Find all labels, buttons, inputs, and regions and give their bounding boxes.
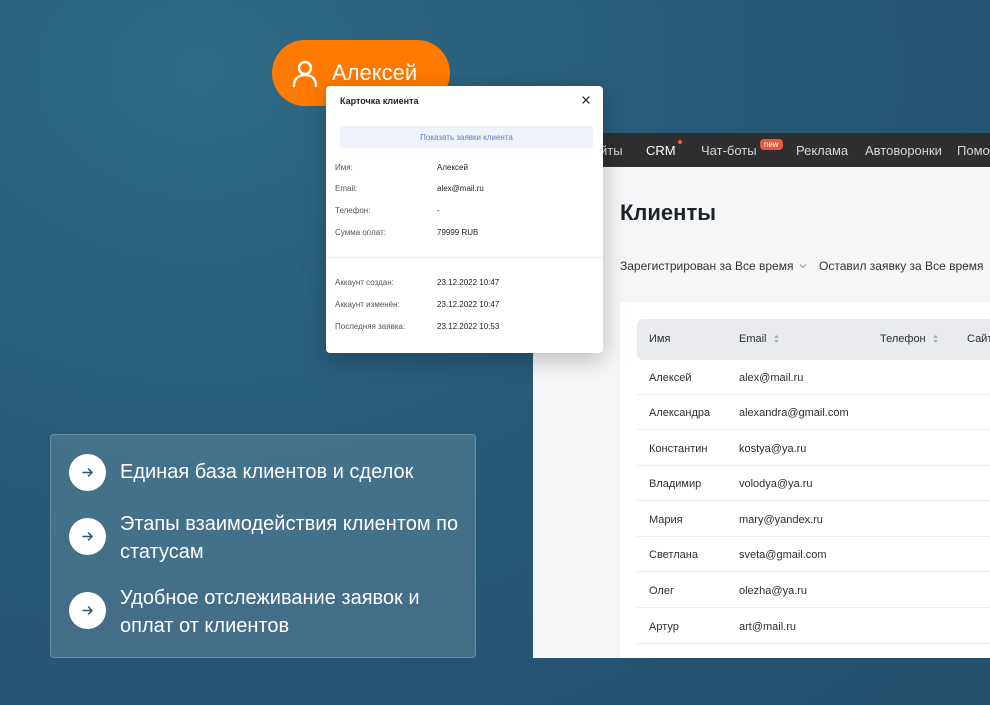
badge-name: Алексей — [332, 60, 418, 85]
cell-name: Мария — [649, 514, 683, 526]
cell-name: Олег — [649, 585, 674, 597]
cell-name: Алексей — [649, 372, 692, 384]
column-header-label: Сайт — [967, 333, 990, 345]
field-value: Алексей — [437, 163, 468, 172]
field-label: Имя: — [335, 163, 353, 172]
feature-text: Этапы взаимодействия клиентом по статуса… — [120, 513, 459, 563]
column-header-phone[interactable]: Телефон — [880, 333, 939, 345]
arrow-right-icon — [69, 518, 106, 555]
field-value: - — [437, 206, 440, 215]
table-row[interactable]: Артур art@mail.ru — [637, 609, 990, 644]
column-header-email[interactable]: Email — [739, 333, 780, 345]
cell-email: olezha@ya.ru — [739, 585, 808, 597]
table-row[interactable]: Светлана sveta@gmail.com — [637, 537, 990, 572]
meta-label: Аккаунт создан: — [335, 278, 394, 287]
feature-item: Этапы взаимодействия клиентом по статуса… — [69, 513, 470, 566]
table-row[interactable]: Александра alexandra@gmail.com — [637, 395, 990, 430]
nav-item-chatbots[interactable]: Чат-боты new — [701, 139, 783, 158]
field-label: Сумма оплат: — [335, 228, 386, 237]
feature-text: Единая база клиентов и сделок — [120, 461, 414, 483]
user-icon — [292, 60, 318, 88]
clients-table: Имя Email Телефон Сайт Алексей alex@mail… — [620, 302, 990, 658]
chevron-down-icon — [800, 264, 807, 269]
cell-name: Владимир — [649, 478, 702, 490]
feature-text: Удобное отслеживание заявок и оплат от к… — [120, 587, 420, 637]
cell-name: Светлана — [649, 549, 698, 561]
sort-icon — [773, 335, 779, 343]
divider — [326, 257, 603, 258]
field-label: Телефон: — [335, 206, 371, 215]
field-value: alex@mail.ru — [437, 184, 484, 193]
filter-registered[interactable]: Зарегистрирован за Все время — [620, 259, 807, 273]
table-row[interactable]: Мария mary@yandex.ru — [637, 502, 990, 537]
sort-icon — [932, 335, 938, 343]
cell-email: art@mail.ru — [739, 621, 797, 633]
meta-value: 23.12.2022 10:47 — [437, 300, 500, 309]
cell-name: Александра — [649, 407, 711, 419]
field-label: Email: — [335, 184, 358, 193]
table-row[interactable]: Олег olezha@ya.ru — [637, 573, 990, 608]
column-header-name[interactable]: Имя — [649, 333, 670, 345]
cell-email: mary@yandex.ru — [739, 514, 823, 526]
nav-item-crm[interactable]: CRM — [646, 140, 682, 158]
arrow-right-icon — [69, 454, 106, 491]
column-header-label: Email — [739, 333, 767, 345]
meta-value: 23.12.2022 10:53 — [437, 322, 500, 331]
nav-item-ads[interactable]: Реклама — [796, 143, 848, 158]
close-icon[interactable] — [581, 95, 591, 105]
cell-name: Артур — [649, 621, 679, 633]
filter-registered-label: Зарегистрирован за Все время — [620, 259, 794, 273]
column-header-label: Имя — [649, 333, 671, 345]
feature-item: Удобное отслеживание заявок и оплат от к… — [69, 587, 470, 640]
show-requests-button[interactable]: Показать заявки клиента — [340, 126, 593, 148]
table-row[interactable]: Владимир volodya@ya.ru — [637, 466, 990, 501]
feature-item: Единая база клиентов и сделок — [69, 454, 470, 491]
promo-stage: Алексей йты CRM Чат-боты new Реклама Авт… — [0, 0, 990, 705]
nav-item-help[interactable]: Помо — [957, 143, 990, 158]
page-title: Клиенты — [620, 200, 717, 225]
cell-email: volodya@ya.ru — [739, 478, 813, 490]
cell-email: alex@mail.ru — [739, 372, 804, 384]
filter-request-label: Оставил заявку за Все время — [819, 259, 984, 273]
cell-email: sveta@gmail.com — [739, 549, 827, 561]
nav-item-sites[interactable]: йты — [600, 143, 623, 158]
nav-item-chatbots-label: Чат-боты — [701, 143, 757, 158]
table-header: Имя Email Телефон Сайт — [637, 319, 990, 360]
column-header-label: Телефон — [880, 333, 926, 345]
nav-item-crm-label: CRM — [646, 143, 676, 158]
cell-name: Константин — [649, 443, 708, 455]
table-row[interactable]: Алексей alex@mail.ru — [637, 360, 990, 395]
arrow-right-icon — [69, 592, 106, 629]
client-card-popup: Карточка клиента Показать заявки клиента… — [326, 86, 603, 353]
cell-email: alexandra@gmail.com — [739, 407, 849, 419]
filter-request[interactable]: Оставил заявку за Все время — [819, 259, 990, 273]
new-badge: new — [759, 139, 783, 150]
table-row[interactable]: Константин kostya@ya.ru — [637, 431, 990, 466]
notification-dot — [677, 140, 682, 144]
column-header-site[interactable]: Сайт — [967, 333, 990, 345]
meta-value: 23.12.2022 10:47 — [437, 278, 500, 287]
field-value: 79999 RUB — [437, 228, 479, 237]
meta-label: Аккаунт изменён: — [335, 300, 400, 309]
features-panel: Единая база клиентов и сделок Этапы взаи… — [50, 434, 476, 658]
cell-email: kostya@ya.ru — [739, 443, 807, 455]
meta-label: Последняя заявка: — [335, 322, 406, 331]
nav-item-funnels[interactable]: Автоворонки — [865, 143, 942, 158]
card-title: Карточка клиента — [340, 96, 419, 106]
